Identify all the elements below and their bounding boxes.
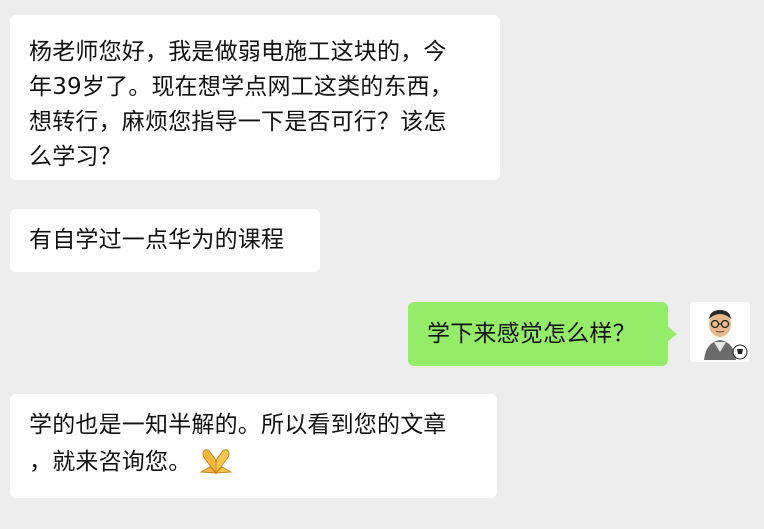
message-text-fragment: ，就来咨询您。 [29,449,192,475]
folded-hands-emoji-icon [199,449,234,475]
message-text-line: 年39岁了。现在想学点网工这类的东西， [29,74,454,100]
outgoing-message-bubble[interactable]: 学下来感觉怎么样？ [408,302,677,366]
incoming-message-bubble[interactable]: 杨老师您好，我是做弱电施工这块的，今 年39岁了。现在想学点网工这类的东西， 想… [10,15,500,180]
avatar[interactable] [690,302,750,362]
message-text-line: 有自学过一点华为的课程 [29,227,285,253]
message-text-line: 杨老师您好，我是做弱电施工这块的，今 [29,39,447,65]
incoming-message-bubble[interactable]: 有自学过一点华为的课程 [10,209,320,272]
incoming-message-bubble[interactable]: 学的也是一知半解的。所以看到您的文章 ，就来咨询您。 [10,394,497,498]
message-text-line-with-emoji: ，就来咨询您。 [29,443,479,480]
message-text-line: 么学习？ [29,144,122,170]
message-text-line: 学下来感觉怎么样？ [427,321,636,347]
message-text-line: 想转行，麻烦您指导一下是否可行？该怎 [29,109,447,135]
cartoon-man-avatar-icon [690,302,750,362]
message-text-line: 学的也是一知半解的。所以看到您的文章 [29,412,447,438]
